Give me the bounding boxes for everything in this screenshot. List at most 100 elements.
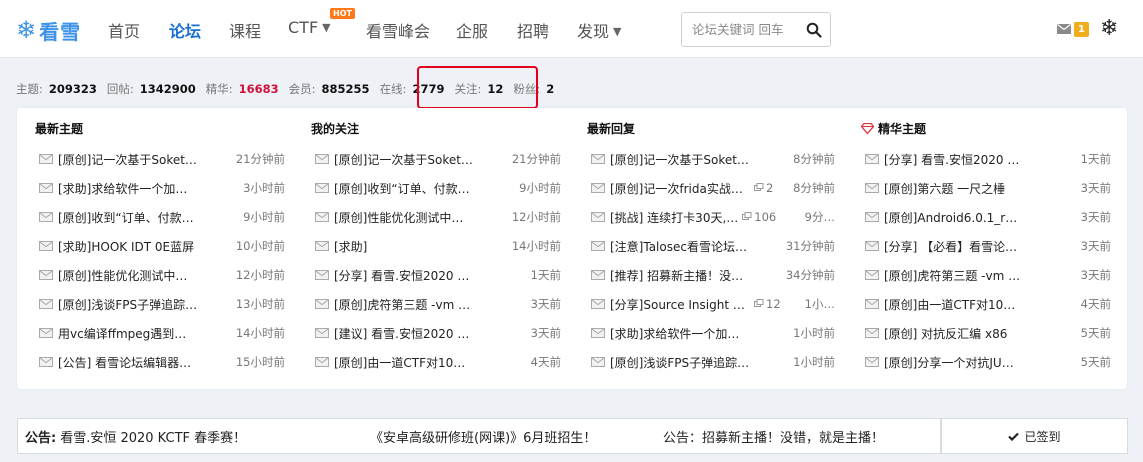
notice-item[interactable]: 《安卓高级研修班(网课)》6月班招生！ bbox=[370, 427, 596, 446]
thread-time: 21分钟前 bbox=[511, 152, 561, 166]
nav-ctf[interactable]: CTF ▼ bbox=[288, 18, 331, 37]
thread-title[interactable]: 用vc编译ffmpeg遇到了… bbox=[58, 325, 198, 342]
envelope-icon bbox=[39, 241, 53, 251]
thread-title[interactable]: [原创]记一次基于Soket… bbox=[334, 151, 473, 168]
list-item[interactable]: [原创]记一次基于Soket… 8分钟前 bbox=[591, 150, 835, 168]
thread-title[interactable]: [原创]记一次基于Soket… bbox=[58, 151, 197, 168]
list-item[interactable]: [原创]浅谈FPS子弹追踪… 13小时前 bbox=[39, 295, 285, 313]
thread-title[interactable]: [原创]由一道CTF对10种… bbox=[334, 354, 474, 371]
thread-title[interactable]: [求助] bbox=[334, 238, 367, 255]
thread-title[interactable]: [挑战] 连续打卡30天,… bbox=[610, 209, 738, 226]
nav-summit[interactable]: 看雪峰会 bbox=[366, 18, 430, 42]
list-item[interactable]: [分享]Source Insight 4.0… 12 1小… bbox=[591, 295, 835, 313]
thread-title[interactable]: [分享] 看雪.安恒2020 K… bbox=[884, 151, 1024, 168]
nav-forum[interactable]: 论坛 bbox=[169, 18, 201, 42]
reply-count-value: 106 bbox=[754, 210, 777, 224]
list-item[interactable]: [求助]求给软件一个加密… 1小时前 bbox=[591, 324, 835, 342]
thread-time: 1小时前 bbox=[793, 326, 835, 340]
list-item[interactable]: [原创]性能优化测试中的… 12小时前 bbox=[315, 208, 561, 226]
thread-time: 5天前 bbox=[1080, 326, 1111, 340]
column-title: 最新回复 bbox=[587, 120, 635, 137]
site-logo[interactable]: ❄ 看雪 bbox=[16, 16, 81, 44]
thread-title[interactable]: [求助]求给软件一个加密… bbox=[58, 180, 198, 197]
mail-icon[interactable] bbox=[1057, 24, 1071, 34]
thread-title[interactable]: [分享] 看雪.安恒2020 K… bbox=[334, 267, 474, 284]
list-item[interactable]: [原创]记一次基于Soket… 21分钟前 bbox=[315, 150, 561, 168]
stat-topics-label: 主题: bbox=[16, 82, 43, 96]
thread-title[interactable]: [原创]分享一个对抗JUM… bbox=[884, 354, 1024, 371]
list-item[interactable]: [求助] 14小时前 bbox=[315, 237, 561, 255]
list-item[interactable]: [原创]记一次frida实战—… 2 8分钟前 bbox=[591, 179, 835, 197]
list-item[interactable]: [建议] 看雪.安恒2020 K… 3天前 bbox=[315, 324, 561, 342]
envelope-icon bbox=[591, 241, 605, 251]
list-item[interactable]: [求助]HOOK IDT 0E蓝屏 10小时前 bbox=[39, 237, 285, 255]
nav-jobs[interactable]: 招聘 bbox=[517, 18, 549, 42]
thread-title[interactable]: [求助]求给软件一个加密… bbox=[610, 325, 750, 342]
thread-time: 8分钟前 bbox=[793, 181, 835, 195]
envelope-icon bbox=[865, 183, 879, 193]
notice-item[interactable]: 公告：招募新主播！没错，就是主播！ bbox=[663, 427, 884, 446]
column-title-text: 精华主题 bbox=[878, 122, 927, 136]
signin-button[interactable]: 已签到 bbox=[941, 418, 1128, 454]
thread-title[interactable]: [注意]Talosec看雪论坛… bbox=[610, 238, 747, 255]
envelope-icon bbox=[39, 299, 53, 309]
list-item[interactable]: [原创]性能优化测试中的… 12小时前 bbox=[39, 266, 285, 284]
thread-time: 1小… bbox=[804, 297, 835, 311]
thread-title[interactable]: [推荐] 招募新主播！没… bbox=[610, 267, 743, 284]
snowflake-avatar-icon[interactable]: ❄ bbox=[1100, 18, 1118, 40]
list-item[interactable]: [推荐] 招募新主播！没… 34分钟前 bbox=[591, 266, 835, 284]
list-item[interactable]: [原创]第六题 一尺之棰 3天前 bbox=[865, 179, 1111, 197]
list-item[interactable]: [原创]虎符第三题 -vm … 3天前 bbox=[315, 295, 561, 313]
list-item[interactable]: [原创] 对抗反汇编 x86 5天前 bbox=[865, 324, 1111, 342]
list-item[interactable]: [原创]浅谈FPS子弹追踪… 1小时前 bbox=[591, 353, 835, 371]
thread-title[interactable]: [原创]记一次基于Soket… bbox=[610, 151, 749, 168]
list-item[interactable]: [原创]记一次基于Soket… 21分钟前 bbox=[39, 150, 285, 168]
thread-title[interactable]: [分享] 【必看】看雪论… bbox=[884, 238, 1017, 255]
thread-title[interactable]: [原创]性能优化测试中的… bbox=[58, 267, 198, 284]
thread-title[interactable]: [原创]第六题 一尺之棰 bbox=[884, 180, 1005, 197]
notice-item[interactable]: 看雪.安恒 2020 KCTF 春季赛！ bbox=[60, 427, 246, 446]
stat-fans-value[interactable]: 2 bbox=[546, 82, 554, 96]
list-item[interactable]: [分享] 看雪.安恒2020 K… 1天前 bbox=[315, 266, 561, 284]
envelope-icon bbox=[39, 357, 53, 367]
thread-title[interactable]: [原创]记一次frida实战—… bbox=[610, 180, 750, 197]
list-item[interactable]: [分享] 【必看】看雪论… 3天前 bbox=[865, 237, 1111, 255]
thread-title[interactable]: [公告] 看雪论坛编辑器… bbox=[58, 354, 191, 371]
thread-title[interactable]: [原创]由一道CTF对10种… bbox=[884, 296, 1024, 313]
list-item[interactable]: [原创]Android6.0.1_r77… 3天前 bbox=[865, 208, 1111, 226]
list-item[interactable]: [原创]由一道CTF对10种… 4天前 bbox=[315, 353, 561, 371]
thread-title[interactable]: [原创]收到“订单、付款… bbox=[334, 180, 470, 197]
list-item[interactable]: [原创]收到“订单、付款… 9小时前 bbox=[39, 208, 285, 226]
nav-enterprise[interactable]: 企服 bbox=[456, 18, 488, 42]
thread-title[interactable]: [建议] 看雪.安恒2020 K… bbox=[334, 325, 474, 342]
thread-title[interactable]: [原创] 对抗反汇编 x86 bbox=[884, 325, 1007, 342]
thread-title[interactable]: [原创]浅谈FPS子弹追踪… bbox=[58, 296, 197, 313]
list-item[interactable]: [公告] 看雪论坛编辑器… 15小时前 bbox=[39, 353, 285, 371]
thread-title[interactable]: [原创]浅谈FPS子弹追踪… bbox=[610, 354, 749, 371]
list-item[interactable]: [注意]Talosec看雪论坛… 31分钟前 bbox=[591, 237, 835, 255]
search-icon[interactable] bbox=[806, 22, 822, 38]
thread-title[interactable]: [原创]虎符第三题 -vm … bbox=[334, 296, 470, 313]
thread-title[interactable]: [求助]HOOK IDT 0E蓝屏 bbox=[58, 238, 194, 255]
mail-count-badge[interactable]: 1 bbox=[1074, 22, 1089, 37]
caret-down-icon: ▼ bbox=[613, 25, 622, 38]
thread-title[interactable]: [原创]虎符第三题 -vm … bbox=[884, 267, 1020, 284]
list-item[interactable]: [原创]收到“订单、付款… 9小时前 bbox=[315, 179, 561, 197]
list-item[interactable]: [原创]虎符第三题 -vm … 3天前 bbox=[865, 266, 1111, 284]
list-item[interactable]: [原创]分享一个对抗JUM… 5天前 bbox=[865, 353, 1111, 371]
list-item[interactable]: 用vc编译ffmpeg遇到了… 14小时前 bbox=[39, 324, 285, 342]
list-item[interactable]: [挑战] 连续打卡30天,… 106 9分… bbox=[591, 208, 835, 226]
thread-title[interactable]: [分享]Source Insight 4.0… bbox=[610, 296, 750, 313]
thread-title[interactable]: [原创]收到“订单、付款… bbox=[58, 209, 194, 226]
list-item[interactable]: [分享] 看雪.安恒2020 K… 1天前 bbox=[865, 150, 1111, 168]
list-item[interactable]: [原创]由一道CTF对10种… 4天前 bbox=[865, 295, 1111, 313]
list-item[interactable]: [求助]求给软件一个加密… 3小时前 bbox=[39, 179, 285, 197]
column-title: 最新主题 bbox=[35, 120, 83, 137]
nav-courses[interactable]: 课程 bbox=[229, 18, 261, 42]
search-input[interactable] bbox=[692, 13, 802, 46]
thread-title[interactable]: [原创]性能优化测试中的… bbox=[334, 209, 474, 226]
nav-home[interactable]: 首页 bbox=[108, 18, 140, 42]
thread-title[interactable]: [原创]Android6.0.1_r77… bbox=[884, 209, 1024, 226]
reply-count: 2 bbox=[754, 181, 773, 195]
nav-discover[interactable]: 发现 ▼ bbox=[577, 18, 621, 42]
